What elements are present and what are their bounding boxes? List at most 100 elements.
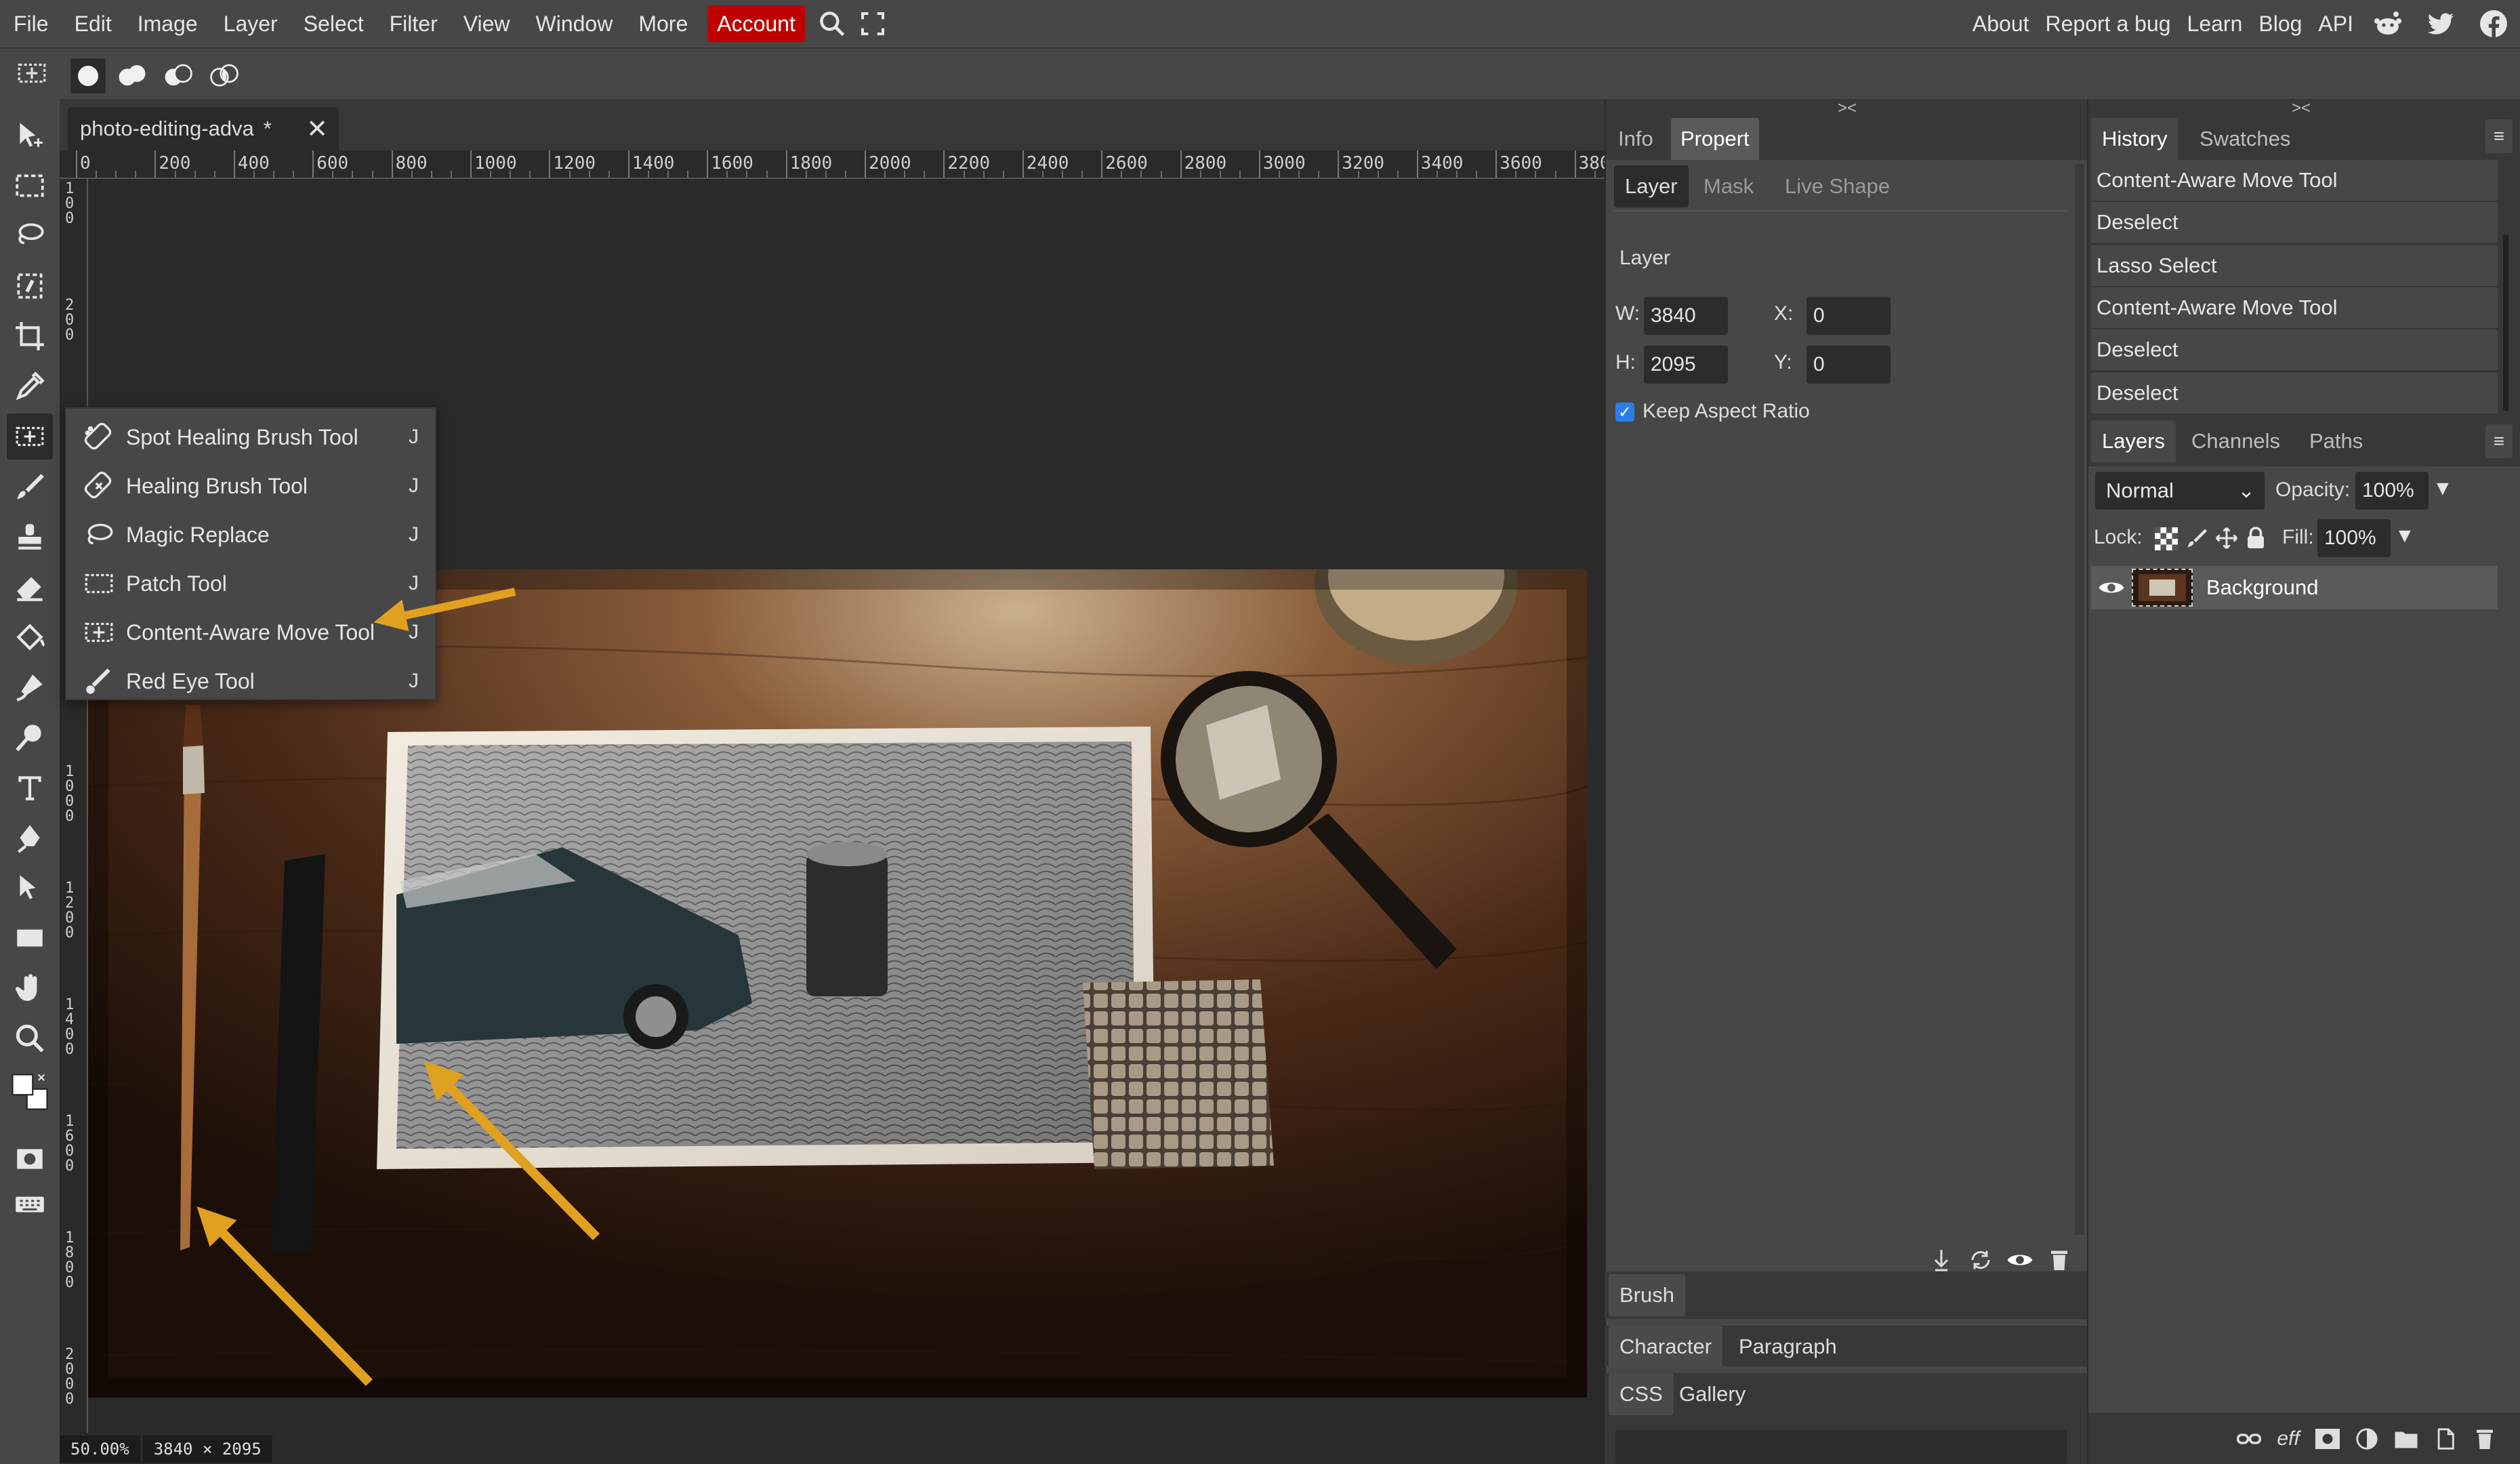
tab-channels[interactable]: Channels <box>2181 420 2291 462</box>
tab-brush[interactable]: Brush <box>1609 1274 1685 1316</box>
twitter-icon[interactable] <box>2414 0 2467 47</box>
history-item[interactable]: Deselect <box>2091 329 2498 370</box>
menu-learn[interactable]: Learn <box>2179 0 2251 47</box>
menu-file[interactable]: File <box>0 0 62 47</box>
subtab-mask[interactable]: Mask <box>1693 165 1764 207</box>
tab-character[interactable]: Character <box>1609 1326 1723 1368</box>
history-menu-icon[interactable]: ≡ <box>2485 119 2513 153</box>
collapse-icon[interactable]: >< <box>1838 99 1857 118</box>
menu-edit[interactable]: Edit <box>62 0 125 47</box>
keyboard-icon[interactable] <box>7 1181 53 1227</box>
subtab-layer[interactable]: Layer <box>1614 165 1689 207</box>
zoom-tool-icon[interactable] <box>7 1015 53 1061</box>
lasso-tool-icon[interactable] <box>7 213 53 259</box>
account-button[interactable]: Account <box>707 5 805 42</box>
brush-tool-icon[interactable] <box>7 464 53 510</box>
menu-report-bug[interactable]: Report a bug <box>2038 0 2179 47</box>
paint-bucket-tool-icon[interactable] <box>7 614 53 660</box>
properties-scrollbar[interactable] <box>2075 164 2084 1235</box>
menu-select[interactable]: Select <box>291 0 377 47</box>
y-field[interactable]: 0 <box>1806 346 1891 384</box>
crop-tool-icon[interactable] <box>7 313 53 359</box>
blend-mode-select[interactable]: Normal ⌄ <box>2095 472 2265 510</box>
rectangle-tool-icon[interactable] <box>7 915 53 961</box>
eye-icon[interactable] <box>2091 578 2132 597</box>
css-input[interactable] <box>1615 1430 2067 1464</box>
quick-select-tool-icon[interactable] <box>7 263 53 309</box>
fill-dropdown-icon[interactable]: ▼ <box>2395 525 2415 548</box>
selection-add-icon[interactable] <box>117 61 148 94</box>
reddit-icon[interactable] <box>2361 0 2414 47</box>
document-tab[interactable]: photo-editing-adva * ✕ <box>68 107 339 150</box>
lock-transparency-icon[interactable] <box>2155 527 2178 554</box>
eraser-tool-icon[interactable] <box>7 564 53 610</box>
flyout-red-eye[interactable]: Red Eye Tool J <box>66 657 435 706</box>
eyedropper-tool-icon[interactable] <box>7 363 53 409</box>
opacity-dropdown-icon[interactable]: ▼ <box>2433 477 2453 500</box>
mask-icon[interactable] <box>2308 1419 2347 1459</box>
hand-tool-icon[interactable] <box>7 965 53 1011</box>
selection-intersect-icon[interactable] <box>209 61 240 94</box>
effects-icon[interactable]: eff <box>2269 1419 2308 1459</box>
tab-layers[interactable]: Layers <box>2091 420 2176 462</box>
flyout-healing-brush[interactable]: Healing Brush Tool J <box>66 462 435 510</box>
history-item[interactable]: Deselect <box>2091 202 2498 243</box>
stamp-tool-icon[interactable] <box>7 514 53 560</box>
dodge-tool-icon[interactable] <box>7 714 53 760</box>
move-tool-icon[interactable] <box>7 113 53 159</box>
menu-filter[interactable]: Filter <box>377 0 451 47</box>
tab-swatches[interactable]: Swatches <box>2189 118 2301 160</box>
history-item[interactable]: Lasso Select <box>2091 245 2498 286</box>
width-field[interactable]: 3840 <box>1644 297 1728 335</box>
fullscreen-icon[interactable] <box>852 0 893 47</box>
link-icon[interactable] <box>2229 1419 2269 1459</box>
lock-all-icon[interactable] <box>2244 526 2267 554</box>
layer-background[interactable]: Background <box>2091 566 2498 609</box>
flyout-spot-healing[interactable]: Spot Healing Brush Tool J <box>66 413 435 462</box>
new-layer-icon[interactable] <box>2426 1419 2465 1459</box>
history-item[interactable]: Content-Aware Move Tool <box>2091 287 2498 328</box>
history-item[interactable]: Content-Aware Move Tool <box>2091 160 2498 201</box>
delete-layer-icon[interactable] <box>2465 1419 2504 1459</box>
marquee-tool-icon[interactable] <box>7 163 53 209</box>
adjustment-icon[interactable] <box>2347 1419 2387 1459</box>
tab-css[interactable]: CSS <box>1609 1373 1674 1415</box>
menu-window[interactable]: Window <box>523 0 626 47</box>
subtab-live-shape[interactable]: Live Shape <box>1774 165 1901 207</box>
tab-paragraph[interactable]: Paragraph <box>1728 1326 1848 1368</box>
x-field[interactable]: 0 <box>1806 297 1891 335</box>
close-icon[interactable]: ✕ <box>306 114 328 144</box>
type-tool-icon[interactable] <box>7 765 53 811</box>
folder-icon[interactable] <box>2387 1419 2426 1459</box>
tab-properties[interactable]: Propert <box>1671 118 1759 160</box>
menu-image[interactable]: Image <box>125 0 211 47</box>
tab-info[interactable]: Info <box>1609 118 1663 160</box>
smudge-tool-icon[interactable] <box>7 664 53 710</box>
selection-new-icon[interactable] <box>70 58 106 94</box>
menu-api[interactable]: API <box>2310 0 2361 47</box>
layers-menu-icon[interactable]: ≡ <box>2485 424 2513 458</box>
flyout-content-aware-move[interactable]: Content-Aware Move Tool J <box>66 608 435 657</box>
lock-pixels-icon[interactable] <box>2185 526 2209 554</box>
tab-history[interactable]: History <box>2091 118 2178 160</box>
history-item[interactable]: Deselect <box>2091 373 2498 413</box>
menu-more[interactable]: More <box>625 0 701 47</box>
tab-paths[interactable]: Paths <box>2298 420 2374 462</box>
menu-view[interactable]: View <box>451 0 523 47</box>
fill-field[interactable]: 100% <box>2317 519 2391 557</box>
keep-aspect-checkbox[interactable]: ✓ <box>1615 403 1634 422</box>
quick-mask-icon[interactable] <box>7 1136 53 1182</box>
opacity-field[interactable]: 100% <box>2355 472 2429 510</box>
history-scrollbar[interactable] <box>2503 235 2508 411</box>
lock-position-icon[interactable] <box>2214 526 2239 554</box>
menu-about[interactable]: About <box>1964 0 2038 47</box>
tab-gallery[interactable]: Gallery <box>1668 1373 1756 1415</box>
pen-tool-icon[interactable] <box>7 815 53 861</box>
search-icon[interactable] <box>812 0 852 47</box>
healing-tool-icon[interactable] <box>7 413 53 460</box>
flyout-patch-tool[interactable]: Patch Tool J <box>66 559 435 608</box>
menu-layer[interactable]: Layer <box>211 0 291 47</box>
collapse-icon[interactable]: >< <box>2292 99 2311 118</box>
content-aware-move-icon[interactable] <box>15 58 49 92</box>
facebook-icon[interactable] <box>2467 0 2520 47</box>
